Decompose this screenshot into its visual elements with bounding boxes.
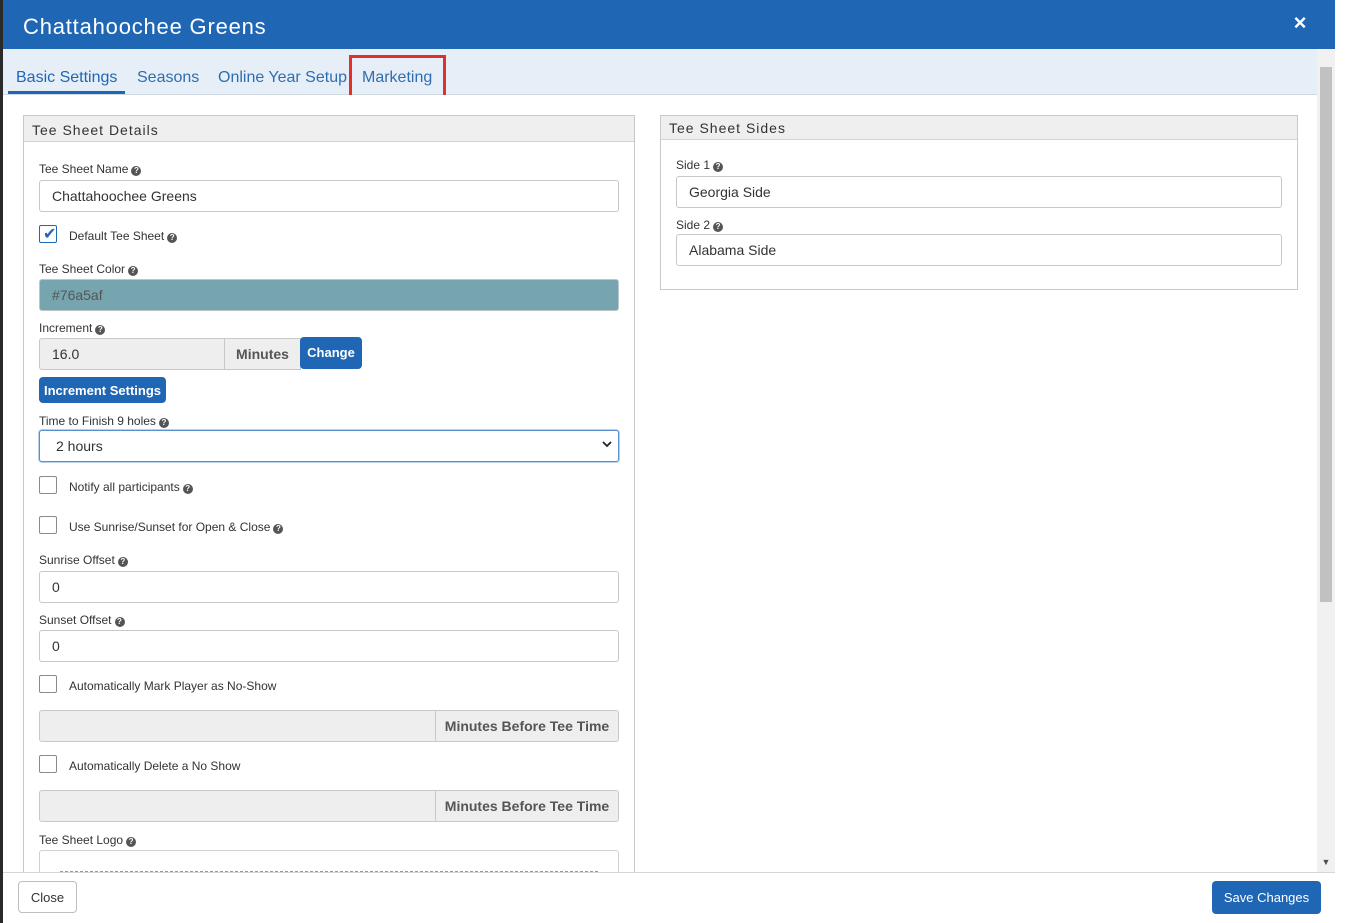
side2-label: Side 2? [676, 218, 724, 232]
modal-header: Chattahoochee Greens × [3, 0, 1335, 49]
sunrise-offset-input[interactable]: 0 [39, 571, 619, 603]
notify-participants-label-text: Notify all participants [69, 480, 180, 494]
help-icon[interactable]: ? [273, 524, 284, 534]
no-show-minutes-addon: Minutes Before Tee Time [435, 710, 619, 742]
side1-label: Side 1? [676, 158, 724, 172]
tab-online-year-setup[interactable]: Online Year Setup [218, 69, 347, 87]
check-icon: ✔ [43, 226, 57, 243]
chevron-down-icon [602, 441, 612, 448]
modal-footer: Close Save Changes [3, 872, 1335, 923]
tee-sheet-color-label-text: Tee Sheet Color [39, 262, 126, 276]
side1-label-text: Side 1 [676, 158, 711, 172]
help-icon[interactable]: ? [95, 325, 106, 335]
delete-no-show-checkbox[interactable] [39, 755, 57, 773]
close-icon[interactable]: × [1289, 12, 1311, 34]
side1-input[interactable]: Georgia Side [676, 176, 1282, 208]
sunrise-sunset-checkbox[interactable] [39, 516, 57, 534]
sunrise-sunset-label: Use Sunrise/Sunset for Open & Close? [69, 520, 284, 534]
help-icon[interactable]: ? [128, 266, 139, 276]
help-icon[interactable]: ? [158, 418, 169, 428]
help-icon[interactable]: ? [713, 162, 724, 172]
tee-sheet-name-label-text: Tee Sheet Name [39, 162, 129, 176]
delete-no-show-minutes-addon: Minutes Before Tee Time [435, 790, 619, 822]
tee-sheet-logo-dropzone[interactable] [39, 850, 619, 872]
notify-participants-label: Notify all participants? [69, 480, 193, 494]
tab-basic-settings[interactable]: Basic Settings [16, 69, 117, 87]
time-to-finish-select[interactable]: 2 hours [39, 430, 619, 462]
increment-label-text: Increment [39, 321, 93, 335]
delete-no-show-minutes-input[interactable] [39, 790, 437, 822]
tee-sheet-logo-label: Tee Sheet Logo? [39, 833, 137, 847]
side2-input[interactable]: Alabama Side [676, 234, 1282, 266]
panel-title-details: Tee Sheet Details [24, 116, 634, 142]
tee-sheet-sides-panel: Tee Sheet Sides Side 1? Georgia Side Sid… [660, 115, 1298, 290]
tee-sheet-logo-label-text: Tee Sheet Logo [39, 833, 124, 847]
help-icon[interactable]: ? [167, 233, 178, 243]
tee-sheet-name-label: Tee Sheet Name? [39, 162, 142, 176]
active-tab-indicator [8, 91, 125, 94]
header-gutter [1335, 0, 1351, 49]
delete-no-show-label: Automatically Delete a No Show [69, 759, 241, 773]
default-tee-sheet-checkbox[interactable]: ✔ [39, 225, 57, 243]
tab-seasons[interactable]: Seasons [137, 69, 199, 87]
sunset-offset-input[interactable]: 0 [39, 630, 619, 662]
default-tee-sheet-label-text: Default Tee Sheet [69, 229, 165, 243]
sunrise-offset-label-text: Sunrise Offset [39, 553, 115, 567]
sunset-offset-label: Sunset Offset? [39, 613, 125, 627]
increment-unit-addon: Minutes [224, 338, 301, 370]
mark-no-show-label: Automatically Mark Player as No-Show [69, 679, 277, 693]
mark-no-show-checkbox[interactable] [39, 675, 57, 693]
help-icon[interactable]: ? [117, 557, 128, 567]
time-to-finish-value: 2 hours [56, 438, 103, 454]
notify-participants-checkbox[interactable] [39, 476, 57, 494]
tee-sheet-details-panel: Tee Sheet Details Tee Sheet Name? Chatta… [23, 115, 635, 872]
tee-sheet-color-input[interactable]: #76a5af [39, 279, 619, 311]
change-increment-button[interactable]: Change [300, 337, 362, 369]
sunrise-offset-label: Sunrise Offset? [39, 553, 128, 567]
help-icon[interactable]: ? [713, 222, 724, 232]
save-changes-button[interactable]: Save Changes [1212, 881, 1321, 914]
help-icon[interactable]: ? [131, 166, 142, 176]
modal-scrollbar[interactable]: ▼ [1317, 49, 1335, 872]
sunrise-sunset-label-text: Use Sunrise/Sunset for Open & Close [69, 520, 271, 534]
time-to-finish-label-text: Time to Finish 9 holes [39, 414, 156, 428]
footer-gutter [1335, 872, 1351, 923]
help-icon[interactable]: ? [126, 837, 137, 847]
sunset-offset-label-text: Sunset Offset [39, 613, 112, 627]
time-to-finish-label: Time to Finish 9 holes? [39, 414, 169, 428]
panel-title-sides: Tee Sheet Sides [661, 116, 1297, 140]
no-show-minutes-input[interactable] [39, 710, 437, 742]
help-icon[interactable]: ? [114, 617, 125, 627]
default-tee-sheet-label: Default Tee Sheet? [69, 229, 178, 243]
side2-label-text: Side 2 [676, 218, 711, 232]
modal-body: Tee Sheet Details Tee Sheet Name? Chatta… [3, 95, 1317, 872]
tee-sheet-name-input[interactable]: Chattahoochee Greens [39, 180, 619, 212]
tee-sheet-color-label: Tee Sheet Color? [39, 262, 139, 276]
tee-sheet-modal: Chattahoochee Greens × Basic Settings Se… [0, 0, 1351, 923]
help-icon[interactable]: ? [182, 484, 193, 494]
scroll-down-icon[interactable]: ▼ [1321, 857, 1331, 867]
modal-title: Chattahoochee Greens [23, 14, 267, 39]
increment-input[interactable]: 16.0 [39, 338, 225, 370]
close-button[interactable]: Close [18, 881, 77, 913]
scrollbar-thumb[interactable] [1320, 67, 1332, 602]
increment-settings-button[interactable]: Increment Settings [39, 377, 166, 403]
tabs-bar: Basic Settings Seasons Online Year Setup… [3, 49, 1317, 95]
increment-label: Increment? [39, 321, 106, 335]
